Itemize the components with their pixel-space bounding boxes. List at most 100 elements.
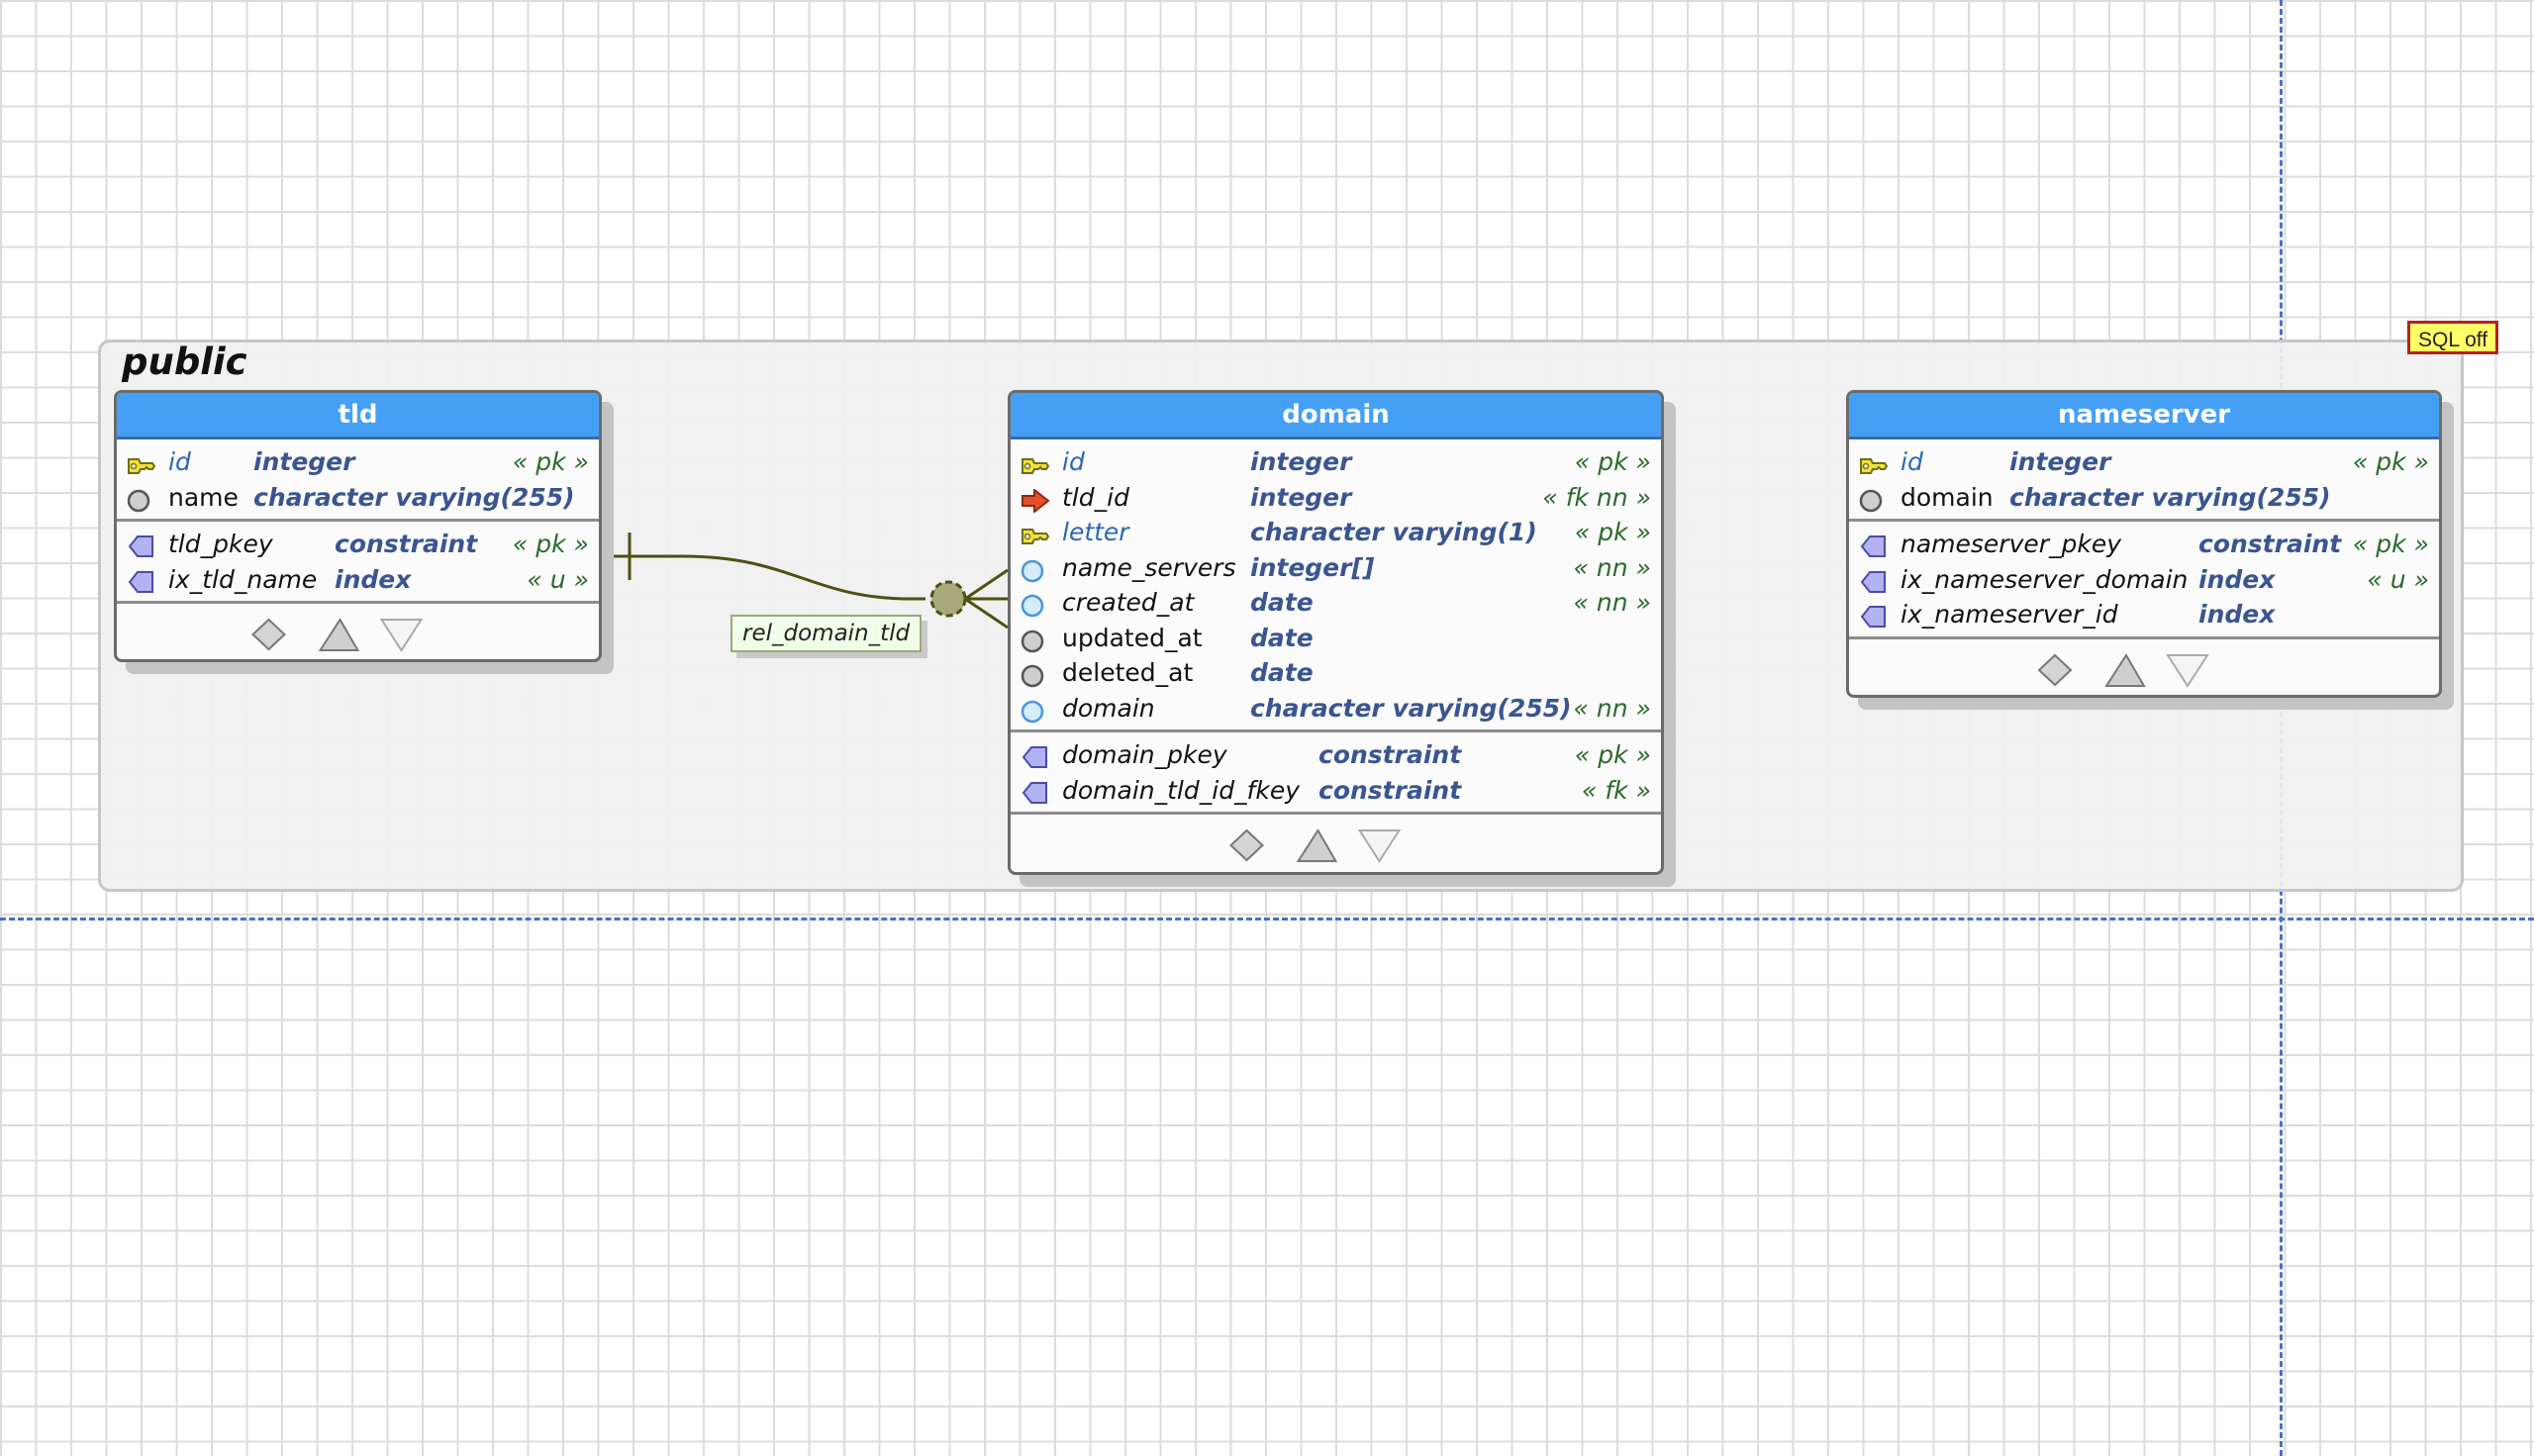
key-icon <box>127 451 156 474</box>
diamond-icon[interactable] <box>2037 653 2073 686</box>
index-icon <box>1859 604 1887 628</box>
column-type: integer <box>1250 482 1352 512</box>
constraint-row[interactable]: tld_pkey constraint « pk » <box>117 527 599 562</box>
constraint-name: tld_pkey <box>168 530 273 558</box>
constraint-name: nameserver_pkey <box>1900 530 2122 558</box>
table-footer-controls[interactable] <box>1011 812 1661 872</box>
relationship-label[interactable]: rel_domain_tld <box>731 615 923 652</box>
column-name: letter <box>1062 518 1129 546</box>
column-name: created_at <box>1062 588 1195 617</box>
constraint-flags: « fk » <box>1581 775 1651 805</box>
constraint-type: index <box>335 564 412 594</box>
column-flags: « pk » <box>1574 518 1651 546</box>
column-flags: « nn » <box>1573 693 1651 723</box>
table-header[interactable]: domain <box>1011 393 1661 439</box>
column-name: domain <box>1900 482 1994 512</box>
table-tld[interactable]: tld id integer « pk » name character varying(… <box>114 390 602 662</box>
column-flags: « fk nn » <box>1542 482 1651 512</box>
crowfoot-lower <box>964 597 1009 630</box>
constraint-icon <box>1859 534 1887 557</box>
key-icon <box>1021 522 1050 544</box>
table-domain[interactable]: domain id integer « pk » tld_id integer « fk n… <box>1008 390 1664 875</box>
column-type: date <box>1250 623 1314 652</box>
diagram-canvas[interactable]: public SQL off rel_domain_tld tld id integ… <box>0 0 2534 1456</box>
column-flags: « pk » <box>1574 447 1651 476</box>
column-type: character varying(1) <box>1250 518 1537 546</box>
column-type: integer[] <box>1250 552 1375 582</box>
constraint-icon <box>127 534 154 557</box>
column-row[interactable]: deleted_at date <box>1011 655 1661 691</box>
table-footer-controls[interactable] <box>1849 635 2439 696</box>
key-icon <box>1021 451 1050 474</box>
constraint-type: index <box>2198 600 2276 629</box>
column-row[interactable]: domain character varying(255) « nn » <box>1011 691 1661 727</box>
constraint-type: constraint <box>2198 530 2342 558</box>
diamond-icon[interactable] <box>251 618 286 651</box>
gray-circle-icon <box>1021 662 1048 688</box>
column-name: name <box>168 482 239 512</box>
triangle-down-icon[interactable] <box>1357 829 1402 863</box>
constraint-flags: « pk » <box>512 530 589 558</box>
constraint-flags: « u » <box>2367 564 2429 594</box>
constraint-row[interactable]: ix_nameserver_id index <box>1849 597 2439 632</box>
column-row[interactable]: letter character varying(1) « pk » <box>1011 515 1661 550</box>
triangle-up-icon[interactable] <box>2104 652 2146 687</box>
constraint-name: domain_pkey <box>1062 740 1227 769</box>
constraint-icon <box>1021 780 1048 804</box>
constraint-type: index <box>2198 564 2276 594</box>
constraint-row[interactable]: ix_nameserver_domain index « u » <box>1849 562 2439 598</box>
column-type: date <box>1250 588 1314 617</box>
column-row[interactable]: updated_at date <box>1011 621 1661 656</box>
column-row[interactable]: id integer « pk » <box>117 444 599 480</box>
crowfoot-upper <box>964 568 1009 601</box>
table-header[interactable]: tld <box>117 393 599 439</box>
column-name: id <box>1900 447 1923 476</box>
foreign-key-arrow-icon <box>1021 487 1050 514</box>
optional-circle-mark <box>929 580 967 618</box>
column-type: date <box>1250 658 1314 687</box>
column-row[interactable]: created_at date « nn » <box>1011 585 1661 621</box>
blue-circle-icon <box>1021 557 1048 582</box>
column-type: character varying(255) <box>2009 482 2331 512</box>
triangle-down-icon[interactable] <box>379 619 424 652</box>
gray-circle-icon <box>127 487 154 512</box>
columns-section: id integer « pk » domain character varying(2… <box>1849 439 2439 519</box>
diamond-icon[interactable] <box>1229 828 1264 862</box>
constraint-icon <box>1021 744 1048 768</box>
column-row[interactable]: tld_id integer « fk nn » <box>1011 480 1661 516</box>
triangle-up-icon[interactable] <box>1296 828 1338 862</box>
column-name: tld_id <box>1062 482 1129 512</box>
constraint-row[interactable]: domain_pkey constraint « pk » <box>1011 737 1661 773</box>
table-header[interactable]: nameserver <box>1849 393 2439 439</box>
constraint-name: ix_tld_name <box>168 564 318 594</box>
constraint-row[interactable]: ix_tld_name index « u » <box>117 562 599 598</box>
column-name: domain <box>1062 693 1155 723</box>
constraint-row[interactable]: domain_tld_id_fkey constraint « fk » <box>1011 773 1661 809</box>
columns-section: id integer « pk » tld_id integer « fk nn » let… <box>1011 439 1661 729</box>
column-row[interactable]: id integer « pk » <box>1011 444 1661 480</box>
constraint-flags: « pk » <box>2352 530 2429 558</box>
table-nameserver[interactable]: nameserver id integer « pk » domain character… <box>1846 390 2442 698</box>
constraint-name: domain_tld_id_fkey <box>1062 775 1301 805</box>
column-type: integer <box>1250 447 1352 476</box>
column-flags: « nn » <box>1573 588 1651 617</box>
gray-circle-icon <box>1021 628 1048 652</box>
triangle-up-icon[interactable] <box>318 618 360 651</box>
constraints-section: domain_pkey constraint « pk » domain_tld_id… <box>1011 729 1661 812</box>
column-flags: « pk » <box>2352 447 2429 476</box>
gray-circle-icon <box>1859 487 1887 512</box>
column-row[interactable]: id integer « pk » <box>1849 444 2439 480</box>
constraint-flags: « pk » <box>1574 740 1651 769</box>
constraints-section: nameserver_pkey constraint « pk » ix_namese… <box>1849 519 2439 636</box>
column-row[interactable]: domain character varying(255) <box>1849 480 2439 516</box>
column-row[interactable]: name_servers integer[] « nn » <box>1011 550 1661 586</box>
constraint-name: ix_nameserver_id <box>1900 600 2118 629</box>
constraint-row[interactable]: nameserver_pkey constraint « pk » <box>1849 527 2439 562</box>
column-type: character varying(255) <box>253 482 575 512</box>
table-footer-controls[interactable] <box>117 601 599 659</box>
constraint-type: constraint <box>335 530 478 558</box>
triangle-down-icon[interactable] <box>2166 653 2209 688</box>
column-row[interactable]: name character varying(255) <box>117 480 599 516</box>
column-name: deleted_at <box>1062 658 1194 687</box>
column-type: integer <box>253 447 355 476</box>
